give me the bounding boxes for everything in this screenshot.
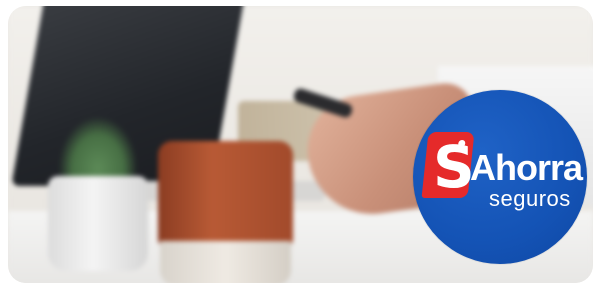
mug-base-image: [160, 241, 291, 283]
ahorra-seguros-logo: S Ahorra seguros: [413, 90, 587, 264]
plant-pot-image: [48, 176, 148, 271]
logo-mark-letter: S: [433, 133, 475, 201]
mug-image: [158, 141, 293, 246]
logo-brand-subtitle: seguros: [489, 186, 571, 211]
logo-brand-name: Ahorra: [470, 147, 583, 188]
promo-image-card[interactable]: S Ahorra seguros: [8, 6, 593, 283]
